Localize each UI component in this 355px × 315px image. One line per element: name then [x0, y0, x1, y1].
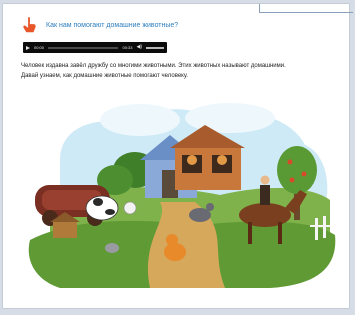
- duration: 00:33: [122, 45, 133, 50]
- current-time: 00:00: [34, 45, 45, 50]
- play-icon[interactable]: [26, 45, 30, 50]
- speaker-icon[interactable]: ◀): [136, 45, 142, 50]
- pointing-hand-icon: [23, 17, 36, 33]
- frame-corner-line: [259, 4, 353, 13]
- farm-illustration: [20, 90, 342, 292]
- lesson-title-link[interactable]: Как нам помогают домашние животные?: [46, 22, 178, 29]
- progress-track[interactable]: [48, 46, 119, 49]
- farm-scene-image: [28, 103, 336, 288]
- volume-bar[interactable]: [146, 46, 164, 49]
- lesson-description: Человек издавна завёл дружбу со многими …: [21, 61, 331, 81]
- description-line-1: Человек издавна завёл дружбу со многими …: [21, 63, 286, 69]
- lesson-header: Как нам помогают домашние животные?: [20, 15, 340, 35]
- description-line-2: Давай узнаем, как домашние животные помо…: [21, 73, 188, 79]
- audio-player[interactable]: 00:00 00:33 ◀): [23, 42, 167, 53]
